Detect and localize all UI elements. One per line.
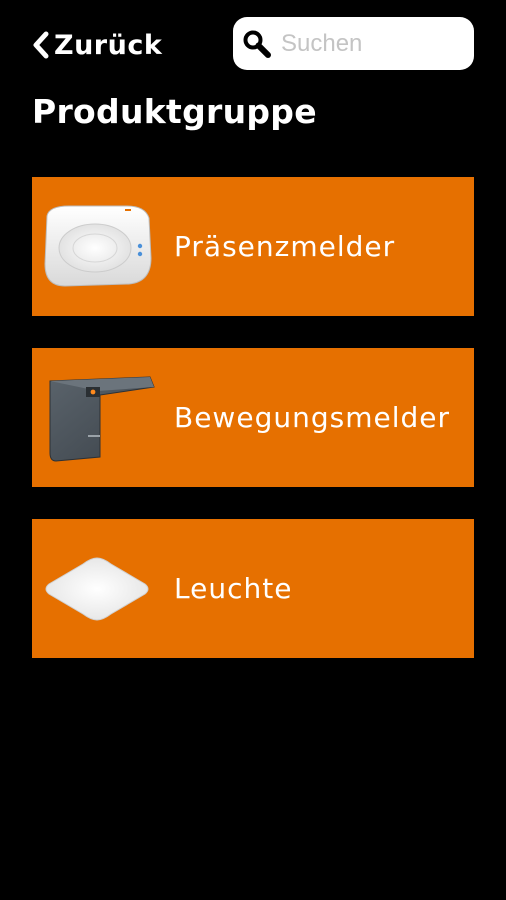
back-button-label: Zurück xyxy=(54,29,163,61)
search-icon xyxy=(243,30,271,58)
group-item-presence-detector[interactable]: Präsenzmelder xyxy=(32,177,474,316)
page-title: Produktgruppe xyxy=(32,92,317,131)
top-bar: Zurück xyxy=(0,0,506,90)
search-input[interactable] xyxy=(281,29,461,58)
search-box[interactable] xyxy=(233,17,474,70)
product-group-list: Präsenzmelder Bewegungsmelder Leuchte xyxy=(32,177,474,690)
motion-detector-icon xyxy=(32,348,162,487)
presence-detector-icon xyxy=(32,177,162,316)
chevron-left-icon xyxy=(33,31,49,59)
group-item-label: Leuchte xyxy=(174,572,293,605)
group-item-lamp[interactable]: Leuchte xyxy=(32,519,474,658)
group-item-label: Präsenzmelder xyxy=(174,230,396,263)
group-item-motion-detector[interactable]: Bewegungsmelder xyxy=(32,348,474,487)
group-item-label: Bewegungsmelder xyxy=(174,401,450,434)
back-button[interactable]: Zurück xyxy=(30,26,162,64)
lamp-icon xyxy=(32,519,162,658)
